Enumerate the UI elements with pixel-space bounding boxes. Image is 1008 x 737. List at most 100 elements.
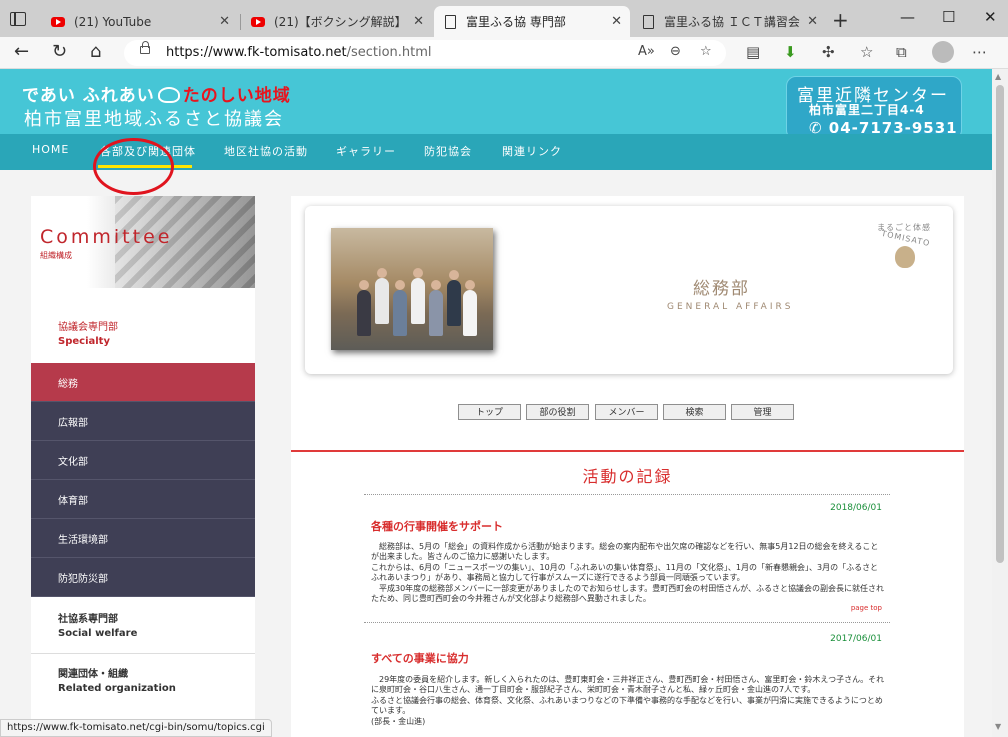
browser-tab-youtube[interactable]: (21) YouTube ✕ bbox=[42, 6, 238, 37]
post-title[interactable]: 各種の行事開催をサポート bbox=[371, 518, 503, 534]
center-info-box: 富里近隣センター 柏市富里二丁目4-4 ✆ 04-7173-9531 bbox=[786, 76, 962, 140]
zoom-icon[interactable]: ⊖ bbox=[670, 44, 681, 59]
site-slogan: であい ふれあい たのしい地域 bbox=[22, 81, 291, 106]
address-bar[interactable]: https://www.fk-tomisato.net/section.html… bbox=[124, 40, 726, 66]
group-label-en[interactable]: Related organization bbox=[58, 683, 176, 694]
status-bar-url: https://www.fk-tomisato.net/cgi-bin/somu… bbox=[0, 719, 272, 737]
group-label-en[interactable]: Specialty bbox=[58, 336, 110, 347]
tab-divider bbox=[240, 14, 241, 30]
handshake-heart-icon bbox=[157, 87, 180, 103]
close-window-button[interactable]: ✕ bbox=[984, 8, 997, 26]
sidebar-item-general-affairs[interactable]: 総務 bbox=[31, 363, 255, 402]
department-hero: 総務部 GENERAL AFFAIRS まるごと体感 TOMISATO bbox=[305, 206, 953, 374]
nav-home[interactable]: HOME bbox=[32, 143, 69, 156]
sidebar-item-culture[interactable]: 文化部 bbox=[31, 441, 255, 480]
nav-gallery[interactable]: ギャラリー bbox=[336, 143, 396, 159]
browser-tab-bar: (21) YouTube ✕ (21)【ボクシング解説】井上尚弥に ✕ 富里ふる… bbox=[0, 0, 1008, 37]
tab-actions-icon[interactable] bbox=[10, 12, 26, 26]
post-title[interactable]: すべての事業に協力 bbox=[371, 650, 469, 666]
main-content: 総務部 GENERAL AFFAIRS まるごと体感 TOMISATO トップ … bbox=[291, 196, 964, 737]
read-aloud-icon[interactable]: A» bbox=[638, 44, 655, 59]
lock-icon[interactable] bbox=[140, 41, 150, 54]
extension-icon[interactable]: ▤ bbox=[746, 43, 760, 61]
refresh-icon[interactable]: ↻ bbox=[52, 41, 67, 62]
close-tab-icon[interactable]: ✕ bbox=[611, 14, 622, 29]
group-label-en[interactable]: Social welfare bbox=[58, 628, 137, 639]
top-button[interactable]: トップ bbox=[458, 404, 521, 420]
more-menu-icon[interactable]: ⋯ bbox=[972, 43, 987, 61]
sidebar-group-social-welfare[interactable]: 社協系専門部 Social welfare bbox=[31, 597, 255, 653]
photo-person bbox=[375, 268, 389, 324]
browser-toolbar: ← ↻ ⌂ https://www.fk-tomisato.net/sectio… bbox=[0, 37, 1008, 69]
nav-district-activities[interactable]: 地区社協の活動 bbox=[224, 143, 308, 159]
committee-subtitle: 組織構成 bbox=[40, 251, 72, 260]
browser-tab-boxing[interactable]: (21)【ボクシング解説】井上尚弥に ✕ bbox=[242, 6, 432, 37]
tab-title: 富里ふる協 専門部 bbox=[466, 15, 566, 29]
post-body: 29年度の委員を紹介します。新しく入られたのは、豊町東町会・三井祥正さん、豊町西… bbox=[371, 675, 885, 727]
post-date: 2018/06/01 bbox=[830, 503, 882, 513]
puzzle-icon[interactable]: ✣ bbox=[822, 43, 835, 61]
youtube-icon bbox=[50, 14, 66, 30]
download-extension-icon[interactable]: ⬇ bbox=[784, 43, 797, 61]
tab-title: (21)【ボクシング解説】井上尚弥に bbox=[274, 15, 407, 29]
new-tab-button[interactable]: + bbox=[832, 8, 849, 32]
peanut-icon bbox=[895, 246, 915, 268]
post-paragraph: (部長・金山進) bbox=[371, 716, 426, 726]
department-button-row: トップ 部の役割 メンバー 検索 管理 bbox=[291, 404, 964, 422]
scrollbar-thumb[interactable] bbox=[996, 85, 1004, 563]
post-paragraph: これからは、6月の「ニュースポーツの集い」、10月の「ふれあいの集い体育祭」、1… bbox=[371, 562, 879, 583]
profile-avatar[interactable] bbox=[932, 41, 954, 63]
scroll-up-arrow-icon[interactable]: ▲ bbox=[995, 72, 1001, 81]
group-label-jp[interactable]: 協議会専門部 bbox=[58, 318, 118, 333]
sidebar-item-sports[interactable]: 体育部 bbox=[31, 480, 255, 519]
browser-tab-active[interactable]: 富里ふる協 専門部 ✕ bbox=[434, 6, 630, 37]
close-tab-icon[interactable]: ✕ bbox=[807, 14, 818, 29]
sidebar-group-specialty[interactable]: 協議会専門部 Specialty bbox=[31, 288, 255, 363]
post-paragraph: 平成30年度の総務部メンバーに一部変更がありましたのでお知らせします。豊町西町会… bbox=[371, 583, 885, 604]
document-icon bbox=[442, 14, 458, 30]
annotation-circle bbox=[93, 138, 174, 195]
nav-crime-prevention[interactable]: 防犯協会 bbox=[424, 143, 472, 159]
group-label-jp[interactable]: 社協系専門部 bbox=[58, 610, 118, 625]
admin-button[interactable]: 管理 bbox=[731, 404, 794, 420]
sidebar-item-public-relations[interactable]: 広報部 bbox=[31, 402, 255, 441]
role-button[interactable]: 部の役割 bbox=[526, 404, 589, 420]
sidebar-banner: Committee 組織構成 bbox=[31, 196, 255, 288]
nav-related-links[interactable]: 関連リンク bbox=[502, 143, 562, 159]
sidebar-item-environment[interactable]: 生活環境部 bbox=[31, 519, 255, 558]
home-icon[interactable]: ⌂ bbox=[90, 41, 101, 62]
photo-person bbox=[357, 280, 371, 336]
photo-person bbox=[393, 280, 407, 336]
sidebar-item-disaster-prevention[interactable]: 防犯防災部 bbox=[31, 558, 255, 597]
department-group-photo bbox=[331, 228, 493, 350]
scroll-down-arrow-icon[interactable]: ▼ bbox=[995, 722, 1001, 731]
sidebar: Committee 組織構成 協議会専門部 Specialty 総務 広報部 文… bbox=[31, 196, 255, 737]
department-title-en: GENERAL AFFAIRS bbox=[667, 302, 794, 312]
committee-title: Committee bbox=[40, 226, 173, 248]
minimize-button[interactable]: — bbox=[900, 8, 915, 26]
back-arrow-icon[interactable]: ← bbox=[14, 41, 29, 62]
site-name: 柏市富里地域ふるさと協議会 bbox=[24, 109, 284, 130]
activity-record-title: 活動の記録 bbox=[582, 467, 673, 486]
collections-icon[interactable]: ⧉ bbox=[896, 43, 907, 61]
tab-title: (21) YouTube bbox=[74, 14, 152, 29]
post-divider bbox=[364, 494, 890, 495]
close-tab-icon[interactable]: ✕ bbox=[219, 14, 230, 29]
section-divider bbox=[291, 450, 964, 452]
youtube-icon bbox=[250, 14, 266, 30]
sidebar-group-related-org[interactable]: 関連団体・組織 Related organization bbox=[31, 654, 255, 714]
page-top-link[interactable]: page top bbox=[851, 604, 882, 612]
favorites-icon[interactable]: ☆ bbox=[860, 43, 873, 61]
photo-person bbox=[447, 270, 461, 326]
maximize-button[interactable]: ☐ bbox=[942, 8, 955, 26]
group-label-jp[interactable]: 関連団体・組織 bbox=[58, 665, 128, 680]
url-text[interactable]: https://www.fk-tomisato.net/section.html bbox=[166, 45, 432, 60]
browser-tab-ict[interactable]: 富里ふる協 ＩＣＴ講習会 ✕ bbox=[632, 6, 826, 37]
favorite-star-icon[interactable]: ☆ bbox=[700, 44, 712, 59]
close-tab-icon[interactable]: ✕ bbox=[413, 14, 424, 29]
document-icon bbox=[640, 14, 656, 30]
tomisato-logo: まるごと体感 TOMISATO bbox=[877, 222, 939, 270]
photo-person bbox=[411, 268, 425, 324]
search-button[interactable]: 検索 bbox=[663, 404, 726, 420]
members-button[interactable]: メンバー bbox=[595, 404, 658, 420]
